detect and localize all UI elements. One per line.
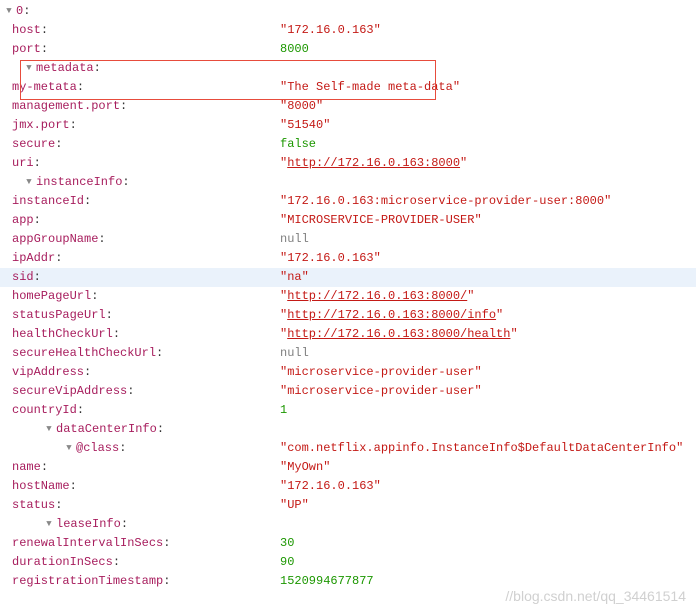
value: na	[287, 270, 301, 284]
key: instanceId	[12, 192, 84, 211]
key: instanceInfo	[36, 173, 122, 192]
tree-row-selected[interactable]: sid: "na"	[0, 268, 696, 287]
tree-row[interactable]: secureHealthCheckUrl: null	[0, 344, 696, 363]
tree-row[interactable]: host: "172.16.0.163"	[0, 21, 696, 40]
chevron-down-icon[interactable]	[64, 444, 74, 454]
tree-row[interactable]: homePageUrl: "http://172.16.0.163:8000/"	[0, 287, 696, 306]
value: 172.16.0.163	[287, 23, 373, 37]
key: vipAddress	[12, 363, 84, 382]
value: null	[280, 230, 309, 249]
json-tree: 0: host: "172.16.0.163" port: 8000 metad…	[0, 0, 696, 593]
tree-row[interactable]: countryId: 1	[0, 401, 696, 420]
key: my-metata	[12, 78, 77, 97]
value: 90	[280, 553, 294, 572]
key: sid	[12, 268, 34, 287]
value-link[interactable]: http://172.16.0.163:8000	[287, 156, 460, 170]
value: null	[280, 344, 309, 363]
value: microservice-provider-user	[287, 365, 474, 379]
tree-row[interactable]: healthCheckUrl: "http://172.16.0.163:800…	[0, 325, 696, 344]
value: UP	[287, 498, 301, 512]
key: @class	[76, 439, 119, 458]
value: 172.16.0.163:microservice-provider-user:…	[287, 194, 604, 208]
key: durationInSecs	[12, 553, 113, 572]
key: metadata	[36, 59, 94, 78]
tree-row-metadata[interactable]: metadata:	[0, 59, 696, 78]
tree-row[interactable]: status: "UP"	[0, 496, 696, 515]
key: app	[12, 211, 34, 230]
tree-row[interactable]: secure: false	[0, 135, 696, 154]
key: dataCenterInfo	[56, 420, 157, 439]
value-link[interactable]: http://172.16.0.163:8000/	[287, 289, 467, 303]
tree-row[interactable]: 0:	[0, 2, 696, 21]
value-link[interactable]: http://172.16.0.163:8000/health	[287, 327, 510, 341]
chevron-down-icon[interactable]	[4, 7, 14, 17]
chevron-down-icon[interactable]	[44, 520, 54, 530]
value: 172.16.0.163	[287, 479, 373, 493]
tree-row[interactable]: ipAddr: "172.16.0.163"	[0, 249, 696, 268]
tree-row[interactable]: durationInSecs: 90	[0, 553, 696, 572]
chevron-down-icon[interactable]	[44, 425, 54, 435]
key: management.port	[12, 97, 120, 116]
key: secureHealthCheckUrl	[12, 344, 156, 363]
tree-row[interactable]: statusPageUrl: "http://172.16.0.163:8000…	[0, 306, 696, 325]
chevron-down-icon[interactable]	[24, 178, 34, 188]
key: hostName	[12, 477, 70, 496]
value: 8000	[280, 40, 309, 59]
key: 0	[16, 2, 23, 21]
key: registrationTimestamp	[12, 572, 163, 591]
tree-row[interactable]: leaseInfo:	[0, 515, 696, 534]
key: jmx.port	[12, 116, 70, 135]
value: 8000	[287, 99, 316, 113]
tree-row[interactable]: @class: "com.netflix.appinfo.InstanceInf…	[0, 439, 696, 458]
tree-row[interactable]: name: "MyOwn"	[0, 458, 696, 477]
tree-row[interactable]: my-metata: "The Self-made meta-data"	[0, 78, 696, 97]
value: microservice-provider-user	[287, 384, 474, 398]
value: The Self-made meta-data	[287, 80, 453, 94]
key: countryId	[12, 401, 77, 420]
value: 172.16.0.163	[287, 251, 373, 265]
key: secure	[12, 135, 55, 154]
key: ipAddr	[12, 249, 55, 268]
key: uri	[12, 154, 34, 173]
key: port	[12, 40, 41, 59]
value: 51540	[287, 118, 323, 132]
value: MyOwn	[287, 460, 323, 474]
watermark: //blog.csdn.net/qq_34461514	[505, 588, 686, 604]
tree-row[interactable]: instanceInfo:	[0, 173, 696, 192]
tree-row[interactable]: dataCenterInfo:	[0, 420, 696, 439]
chevron-down-icon[interactable]	[24, 64, 34, 74]
tree-row[interactable]: instanceId: "172.16.0.163:microservice-p…	[0, 192, 696, 211]
value: com.netflix.appinfo.InstanceInfo$Default…	[287, 441, 676, 455]
value: 1520994677877	[280, 572, 374, 591]
key: appGroupName	[12, 230, 98, 249]
value: false	[280, 135, 316, 154]
tree-row[interactable]: hostName: "172.16.0.163"	[0, 477, 696, 496]
value: 1	[280, 401, 287, 420]
key: leaseInfo	[56, 515, 121, 534]
tree-row[interactable]: jmx.port: "51540"	[0, 116, 696, 135]
tree-row[interactable]: management.port: "8000"	[0, 97, 696, 116]
key: homePageUrl	[12, 287, 91, 306]
tree-row[interactable]: uri: "http://172.16.0.163:8000"	[0, 154, 696, 173]
key: name	[12, 458, 41, 477]
key: renewalIntervalInSecs	[12, 534, 163, 553]
key: status	[12, 496, 55, 515]
tree-row[interactable]: appGroupName: null	[0, 230, 696, 249]
tree-row[interactable]: secureVipAddress: "microservice-provider…	[0, 382, 696, 401]
tree-row[interactable]: app: "MICROSERVICE-PROVIDER-USER"	[0, 211, 696, 230]
key: host	[12, 21, 41, 40]
tree-row[interactable]: port: 8000	[0, 40, 696, 59]
key: healthCheckUrl	[12, 325, 113, 344]
key: secureVipAddress	[12, 382, 127, 401]
tree-row[interactable]: renewalIntervalInSecs: 30	[0, 534, 696, 553]
key: statusPageUrl	[12, 306, 106, 325]
value: MICROSERVICE-PROVIDER-USER	[287, 213, 474, 227]
value: 30	[280, 534, 294, 553]
value-link[interactable]: http://172.16.0.163:8000/info	[287, 308, 496, 322]
tree-row[interactable]: vipAddress: "microservice-provider-user"	[0, 363, 696, 382]
